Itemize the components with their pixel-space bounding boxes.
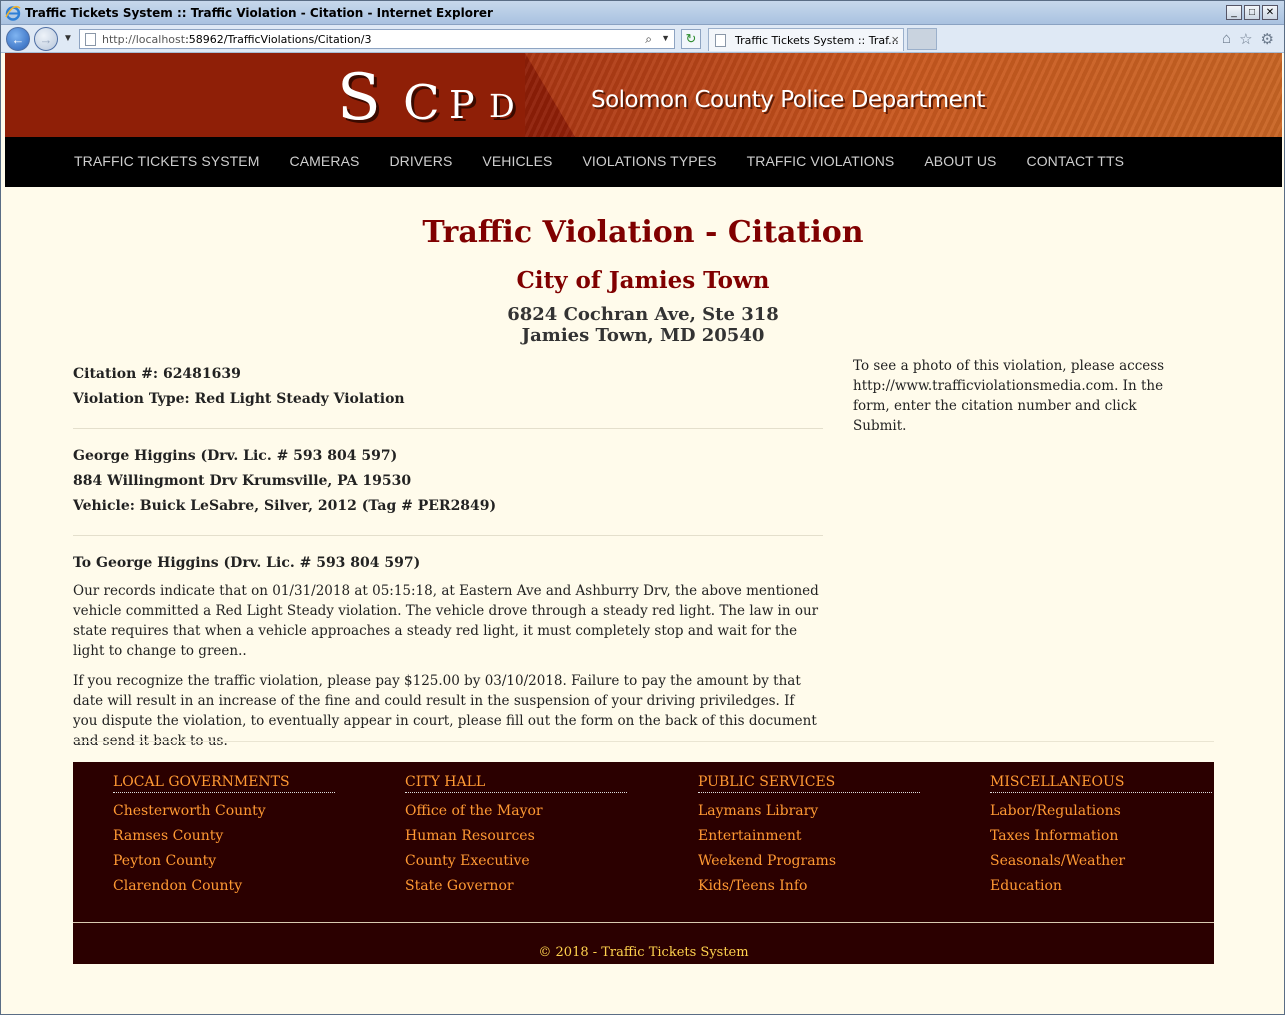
payment-instructions: If you recognize the traffic violation, … xyxy=(73,673,817,749)
back-arrow-icon: ← xyxy=(11,31,25,47)
driver-address: 884 Willingmont Drv Krumsville, PA 19530 xyxy=(73,473,412,489)
browser-window: Traffic Tickets System :: Traffic Violat… xyxy=(0,0,1285,1015)
nav-traffic-tickets-system[interactable]: TRAFFIC TICKETS SYSTEM xyxy=(74,153,260,169)
settings-gear-icon[interactable]: ⚙ xyxy=(1261,30,1274,48)
footer-heading: CITY HALL xyxy=(405,774,627,793)
footer-column-local-governments: LOCAL GOVERNMENTS Chesterworth County Ra… xyxy=(113,774,335,899)
search-icon[interactable]: ⌕ xyxy=(645,32,652,47)
footer-link[interactable]: Seasonals/Weather xyxy=(990,849,1212,874)
vehicle-info: Vehicle: Buick LeSabre, Silver, 2012 (Ta… xyxy=(73,498,497,514)
divider xyxy=(73,428,823,429)
footer-column-city-hall: CITY HALL Office of the Mayor Human Reso… xyxy=(405,774,627,899)
footer-link[interactable]: Peyton County xyxy=(113,849,335,874)
footer-link[interactable]: Weekend Programs xyxy=(698,849,920,874)
page-viewport: S C P D Solomon County Police Department… xyxy=(4,53,1282,1013)
address-line-2: Jamies Town, MD 20540 xyxy=(521,325,765,346)
forward-arrow-icon: → xyxy=(39,31,53,47)
url-path: :58962/TrafficViolations/Citation/3 xyxy=(185,33,372,46)
home-icon[interactable]: ⌂ xyxy=(1222,30,1231,48)
divider xyxy=(73,535,823,536)
window-controls: _ □ ✕ xyxy=(1226,5,1278,20)
browser-tool-icons: ⌂ ☆ ⚙ xyxy=(1222,30,1274,48)
footer-link[interactable]: Kids/Teens Info xyxy=(698,874,920,899)
footer-link[interactable]: Chesterworth County xyxy=(113,799,335,824)
address-dropdown-icon[interactable]: ▼ xyxy=(661,33,670,43)
refresh-icon: ↻ xyxy=(685,31,697,46)
footer-link[interactable]: Laymans Library xyxy=(698,799,920,824)
page-icon xyxy=(85,33,96,46)
tab-page-icon xyxy=(715,34,726,47)
nav-about-us[interactable]: ABOUT US xyxy=(924,153,996,169)
copyright: © 2018 - Traffic Tickets System xyxy=(538,945,749,960)
nav-drivers[interactable]: DRIVERS xyxy=(389,153,452,169)
city-address: 6824 Cochran Ave, Ste 318 Jamies Town, M… xyxy=(4,304,1282,346)
site-banner: S C P D Solomon County Police Department xyxy=(5,53,1282,137)
nav-vehicles[interactable]: VEHICLES xyxy=(482,153,552,169)
address-line-1: 6824 Cochran Ave, Ste 318 xyxy=(507,304,779,325)
nav-cameras[interactable]: CAMERAS xyxy=(290,153,360,169)
department-name: Solomon County Police Department xyxy=(591,87,985,113)
tab-label: Traffic Tickets System :: Traf... xyxy=(735,34,899,47)
driver-name: George Higgins (Drv. Lic. # 593 804 597) xyxy=(73,448,398,464)
logo-letter-s: S xyxy=(337,61,381,135)
nav-violations-types[interactable]: VIOLATIONS TYPES xyxy=(582,153,716,169)
footer-divider xyxy=(73,922,1214,923)
footer-heading: LOCAL GOVERNMENTS xyxy=(113,774,335,793)
photo-note: To see a photo of this violation, please… xyxy=(853,358,1165,434)
logo-letter-p: P xyxy=(449,83,475,127)
browser-tab[interactable]: Traffic Tickets System :: Traf... × xyxy=(708,28,904,51)
browser-toolbar: ← → ▼ http://localhost:58962/TrafficViol… xyxy=(1,25,1284,53)
refresh-button[interactable]: ↻ xyxy=(681,29,701,49)
violation-type: Violation Type: Red Light Steady Violati… xyxy=(73,391,405,407)
history-dropdown-icon[interactable]: ▼ xyxy=(63,33,73,44)
maximize-button[interactable]: □ xyxy=(1244,5,1260,20)
logo-letter-d: D xyxy=(489,87,515,125)
title-bar: Traffic Tickets System :: Traffic Violat… xyxy=(1,1,1284,25)
footer-link[interactable]: Taxes Information xyxy=(990,824,1212,849)
close-button[interactable]: ✕ xyxy=(1262,5,1278,20)
url-text[interactable]: http://localhost:58962/TrafficViolations… xyxy=(102,33,371,46)
footer-column-public-services: PUBLIC SERVICES Laymans Library Entertai… xyxy=(698,774,920,899)
footer-link[interactable]: State Governor xyxy=(405,874,627,899)
back-button[interactable]: ← xyxy=(6,27,30,51)
nav-traffic-violations[interactable]: TRAFFIC VIOLATIONS xyxy=(747,153,895,169)
footer-heading: PUBLIC SERVICES xyxy=(698,774,920,793)
footer-link[interactable]: Education xyxy=(990,874,1212,899)
tab-close-icon[interactable]: × xyxy=(891,32,899,47)
footer-link[interactable]: Labor/Regulations xyxy=(990,799,1212,824)
page-title: Traffic Violation - Citation xyxy=(422,215,864,250)
site-footer: LOCAL GOVERNMENTS Chesterworth County Ra… xyxy=(73,762,1214,964)
address-bar[interactable]: http://localhost:58962/TrafficViolations… xyxy=(79,29,675,49)
internet-explorer-icon xyxy=(5,5,21,21)
footer-link[interactable]: Human Resources xyxy=(405,824,627,849)
footer-link[interactable]: County Executive xyxy=(405,849,627,874)
footer-link[interactable]: Clarendon County xyxy=(113,874,335,899)
footer-column-miscellaneous: MISCELLANEOUS Labor/Regulations Taxes In… xyxy=(990,774,1212,899)
recipient-line: To George Higgins (Drv. Lic. # 593 804 5… xyxy=(73,555,421,571)
new-tab-button[interactable] xyxy=(907,28,937,50)
city-name: City of Jamies Town xyxy=(516,267,770,294)
logo-letter-c: C xyxy=(403,75,440,131)
minimize-button[interactable]: _ xyxy=(1226,5,1242,20)
window-title: Traffic Tickets System :: Traffic Violat… xyxy=(25,6,493,20)
main-navigation: TRAFFIC TICKETS SYSTEM CAMERAS DRIVERS V… xyxy=(5,137,1282,187)
footer-link[interactable]: Ramses County xyxy=(113,824,335,849)
forward-button[interactable]: → xyxy=(34,27,58,51)
nav-contact-tts[interactable]: CONTACT TTS xyxy=(1026,153,1124,169)
citation-details: Citation #: 62481639 Violation Type: Red… xyxy=(73,362,823,761)
footer-heading: MISCELLANEOUS xyxy=(990,774,1212,793)
citation-number: Citation #: 62481639 xyxy=(73,366,241,382)
violation-description: Our records indicate that on 01/31/2018 … xyxy=(73,583,819,659)
footer-link[interactable]: Office of the Mayor xyxy=(405,799,627,824)
content-separator xyxy=(73,741,1214,742)
footer-link[interactable]: Entertainment xyxy=(698,824,920,849)
favorites-star-icon[interactable]: ☆ xyxy=(1239,30,1252,48)
url-host: http://localhost xyxy=(102,33,186,46)
